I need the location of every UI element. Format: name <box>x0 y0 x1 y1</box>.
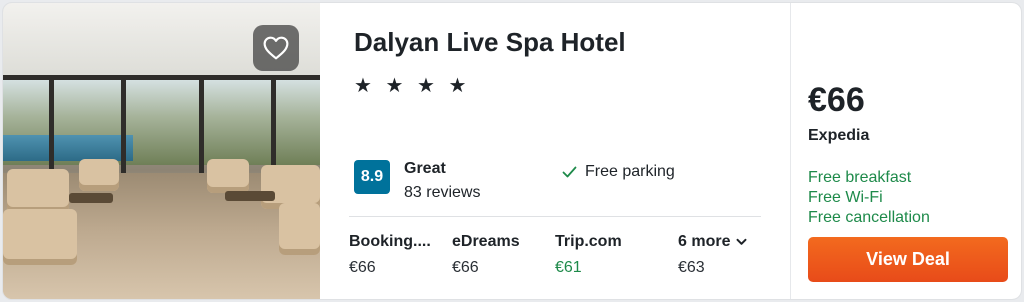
photo-window-frame <box>199 75 204 187</box>
more-providers-button[interactable]: 6 more €63 <box>678 233 747 277</box>
provider-trip-com[interactable]: Trip.com €61 <box>555 233 622 277</box>
deal-price[interactable]: €66 <box>808 81 865 120</box>
photo-pool <box>3 135 133 161</box>
review-score-label[interactable]: Great <box>404 160 446 178</box>
photo-window-frame <box>121 75 126 187</box>
hotel-name-link[interactable]: Dalyan Live Spa Hotel <box>354 27 626 58</box>
photo-table <box>69 193 113 203</box>
provider-edreams[interactable]: eDreams €66 <box>452 233 520 277</box>
favorite-button[interactable] <box>253 25 299 71</box>
provider-price: €61 <box>555 259 582 276</box>
deal-perk: Free breakfast <box>808 169 912 186</box>
provider-name: Trip.com <box>555 233 622 250</box>
photo-sofa <box>7 169 69 213</box>
star-rating: ★ ★ ★ ★ <box>354 75 471 97</box>
hotel-photo[interactable] <box>3 3 320 299</box>
check-icon <box>562 166 577 178</box>
heart-outline-icon <box>263 36 289 60</box>
provider-name: Booking.... <box>349 233 431 250</box>
photo-sofa <box>3 209 77 265</box>
review-count[interactable]: 83 reviews <box>404 184 480 202</box>
photo-sofa <box>279 203 320 255</box>
amenity-label: Free parking <box>585 163 675 180</box>
photo-table <box>225 191 275 201</box>
provider-booking[interactable]: Booking.... €66 <box>349 233 431 277</box>
deal-perk: Free Wi-Fi <box>808 189 883 206</box>
deal-perks-list: Free breakfast Free Wi-Fi Free cancellat… <box>808 168 930 228</box>
more-providers-label: 6 more <box>678 233 731 250</box>
chevron-down-icon <box>736 238 747 245</box>
column-divider <box>790 3 791 299</box>
more-providers-label-row: 6 more <box>678 233 747 251</box>
deal-provider: Expedia <box>808 127 870 144</box>
photo-armchair <box>79 159 119 191</box>
provider-price: €66 <box>452 259 479 276</box>
provider-price: €63 <box>678 259 705 276</box>
view-deal-button[interactable]: View Deal <box>808 237 1008 282</box>
provider-name: eDreams <box>452 233 520 250</box>
provider-price: €66 <box>349 259 376 276</box>
photo-armchair <box>207 159 249 193</box>
deal-perk: Free cancellation <box>808 209 930 226</box>
review-score-badge[interactable]: 8.9 <box>354 160 390 194</box>
section-divider <box>349 216 761 217</box>
amenity-item: Free parking <box>562 163 675 181</box>
hotel-result-card: Dalyan Live Spa Hotel ★ ★ ★ ★ 8.9 Great … <box>2 2 1022 300</box>
